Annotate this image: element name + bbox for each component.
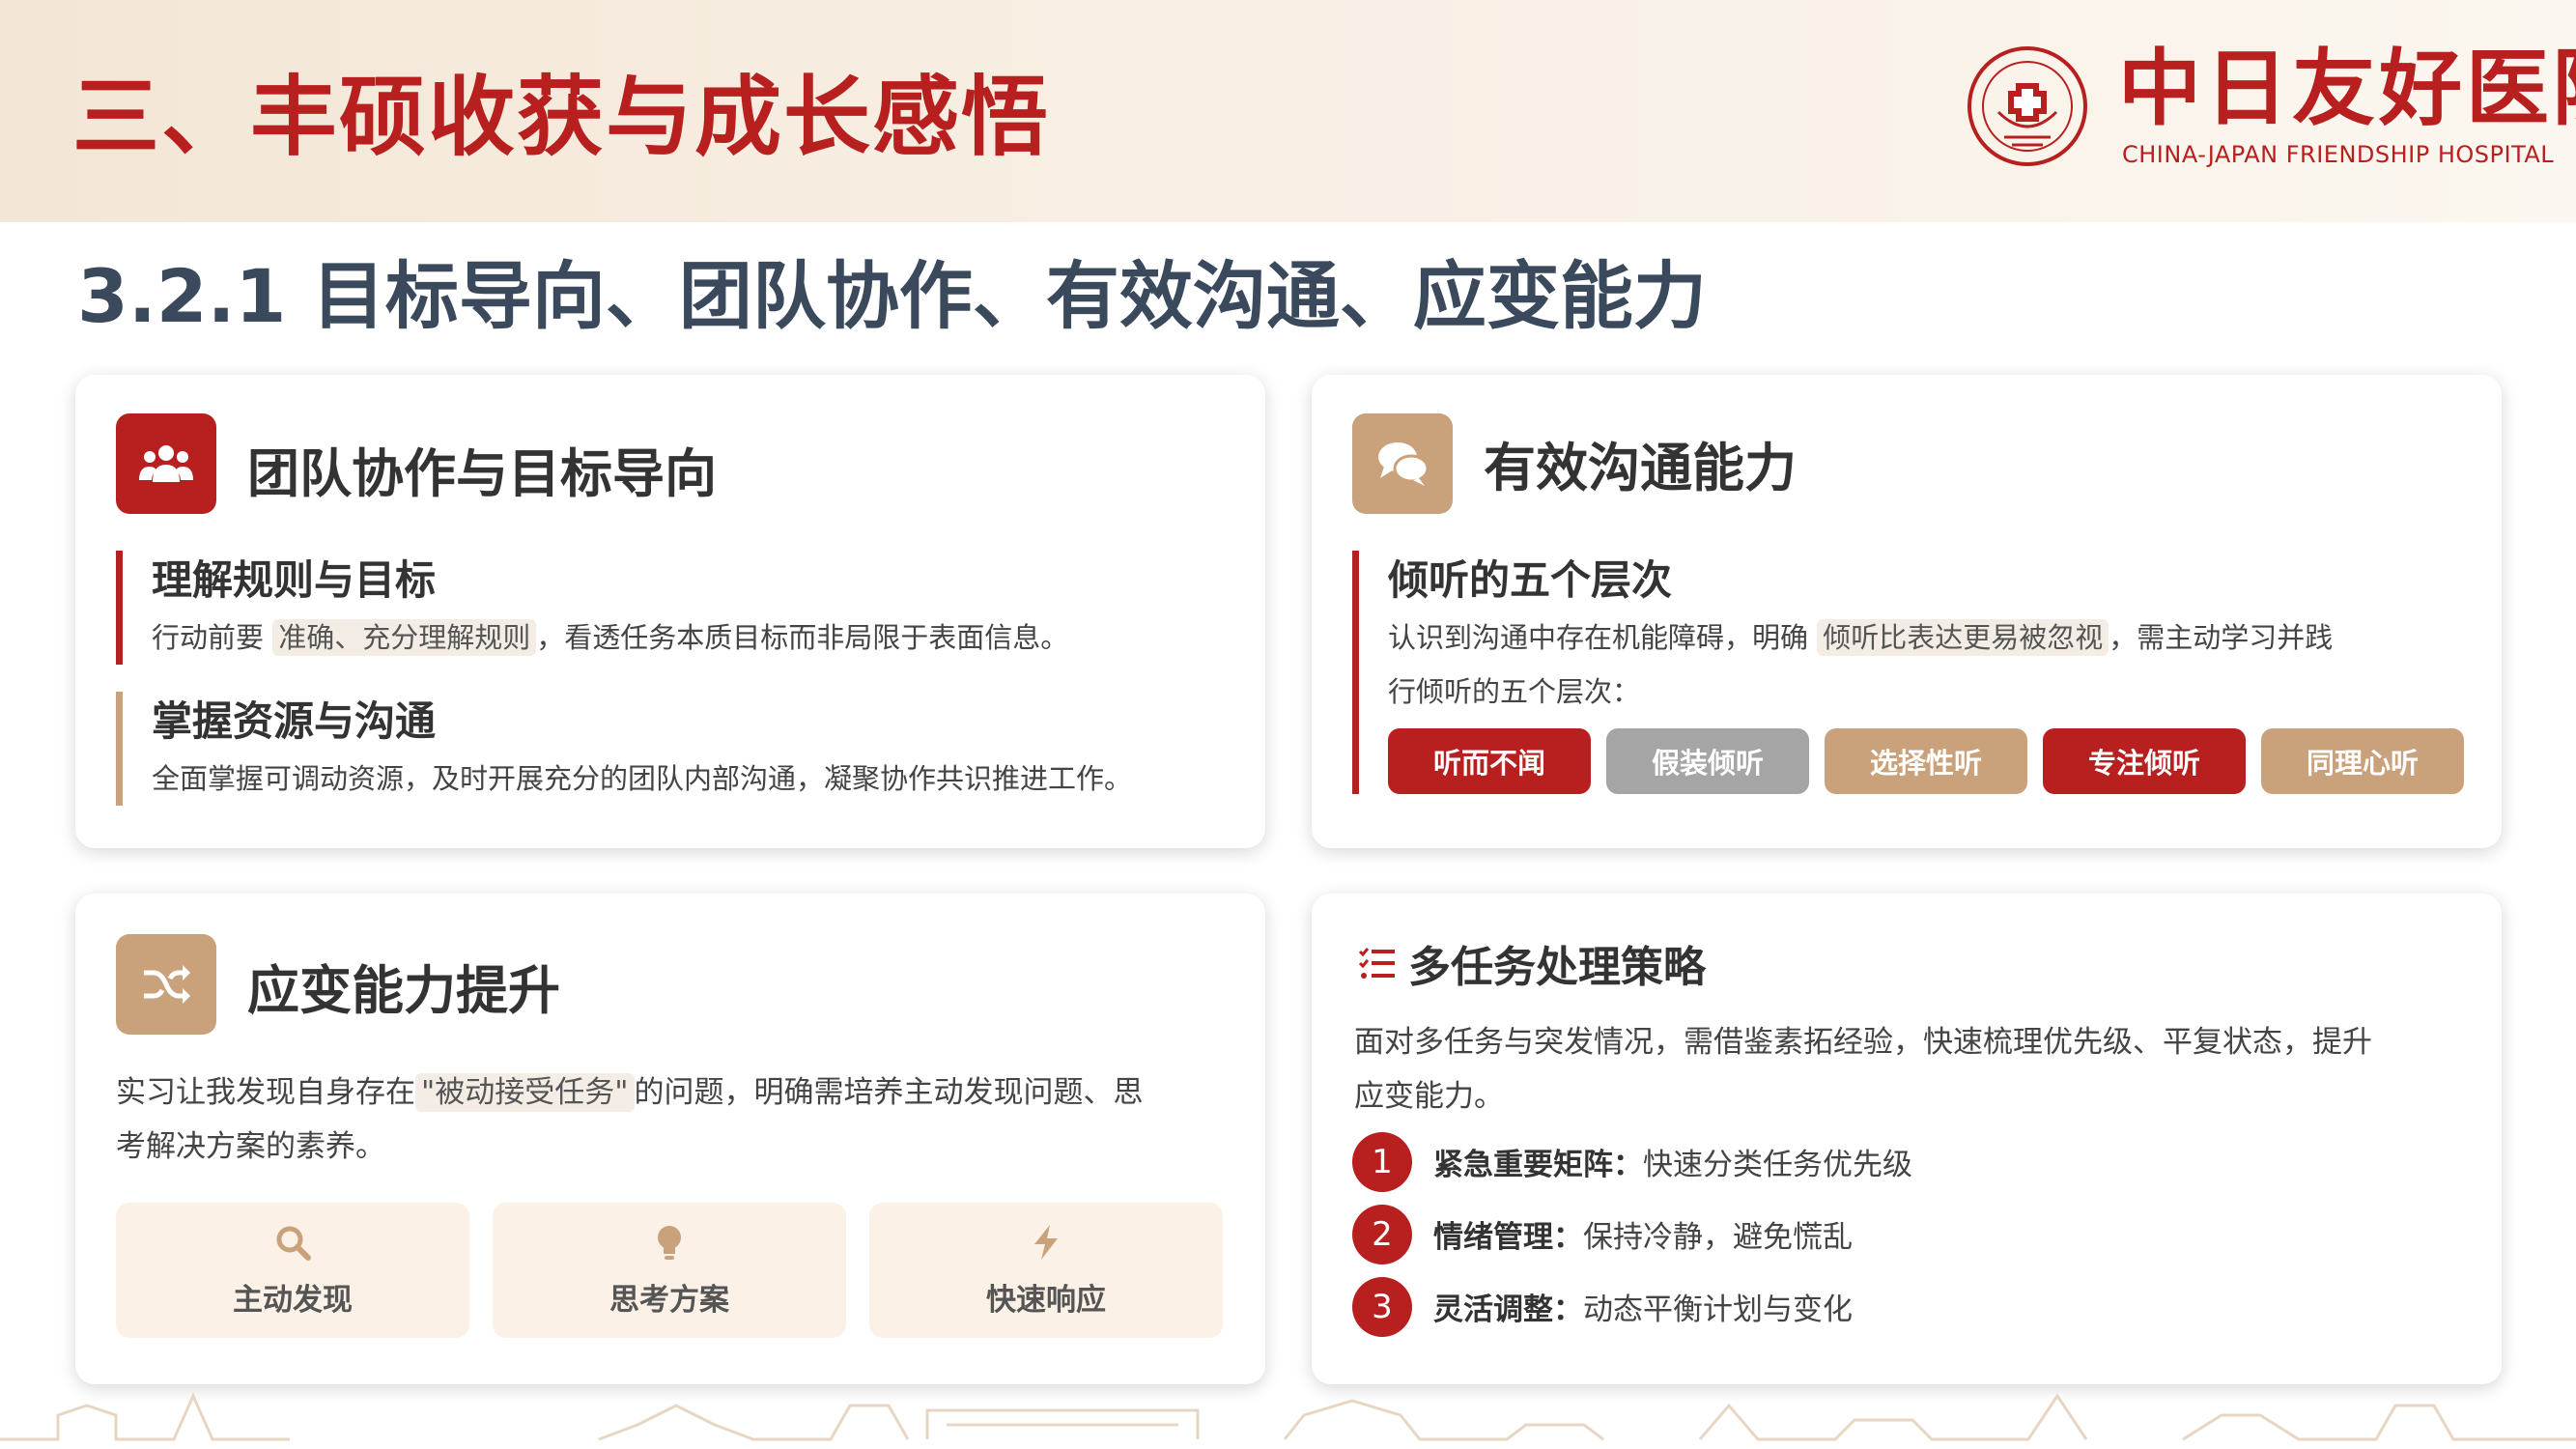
header-banner: 三、丰硕收获与成长感悟 中日友好医院 CHINA-JAPAN FRIENDSHI…: [0, 0, 2576, 222]
feature-label: 主动发现: [233, 1282, 353, 1318]
item-number: 3: [1352, 1276, 1412, 1337]
item-desc: 快速分类任务优先级: [1643, 1148, 1912, 1182]
text-segment: ，需主动学习并践: [2109, 621, 2334, 654]
listening-levels: 听而不闻 假装倾听 选择性听 专注倾听 同理心听: [1388, 728, 2464, 794]
item-desc: 保持冷静，避免慌乱: [1583, 1220, 1853, 1255]
block-text: 全面掌握可调动资源，及时开展充分的团队内部沟通，凝聚协作共识推进工作。: [152, 762, 1133, 795]
level-tag: 专注倾听: [2043, 728, 2246, 794]
block-title: 倾听的五个层次: [1388, 556, 1673, 604]
item-number: 2: [1352, 1204, 1412, 1264]
decorative-skyline: [0, 1392, 2576, 1441]
section-subtitle: 3.2.1 目标导向、团队协作、有效沟通、应变能力: [77, 253, 1707, 339]
users-icon: [116, 413, 216, 514]
level-tag: 选择性听: [1825, 728, 2027, 794]
block-text: 认识到沟通中存在机能障碍，明确 倾听比表达更易被忽视 ，需主动学习并践: [1388, 611, 2464, 665]
text-segment: ，看透任务本质目标而非局限于表面信息。: [536, 621, 1069, 654]
search-icon: [276, 1226, 311, 1261]
list-item: 2 情绪管理： 保持冷静，避免慌乱: [1352, 1198, 1912, 1270]
lightbulb-icon: [658, 1225, 681, 1260]
text-segment: 认识到沟通中存在机能障碍，明确: [1388, 621, 1809, 654]
feature-respond: 快速响应: [869, 1203, 1223, 1338]
block-title: 掌握资源与沟通: [152, 697, 437, 745]
logo-english-name: CHINA-JAPAN FRIENDSHIP HOSPITAL: [2122, 141, 2555, 168]
list-item: 3 灵活调整： 动态平衡计划与变化: [1352, 1270, 1912, 1343]
card-description: 实习让我发现自身存在 "被动接受任务" 的问题，明确需培养主动发现问题、思 考解决方…: [116, 1065, 1144, 1174]
strategy-list: 1 紧急重要矩阵： 快速分类任务优先级 2 情绪管理： 保持冷静，避免慌乱 3 …: [1352, 1125, 1912, 1343]
feature-plan: 思考方案: [493, 1203, 846, 1338]
highlight-text: 倾听比表达更易被忽视: [1817, 619, 2109, 656]
level-tag: 听而不闻: [1388, 728, 1591, 794]
logo-chinese-name: 中日友好医院: [2118, 40, 2576, 137]
item-title: 灵活调整：: [1433, 1293, 1583, 1327]
card-communication: 有效沟通能力 倾听的五个层次 认识到沟通中存在机能障碍，明确 倾听比表达更易被忽…: [1312, 375, 2502, 848]
highlight-text: "被动接受任务": [415, 1073, 635, 1112]
level-tag: 同理心听: [2261, 728, 2464, 794]
item-title: 紧急重要矩阵：: [1433, 1148, 1643, 1182]
card-adaptability: 应变能力提升 实习让我发现自身存在 "被动接受任务" 的问题，明确需培养主动发现问题…: [75, 894, 1265, 1384]
chat-icon: [1352, 413, 1453, 514]
feature-discover: 主动发现: [116, 1203, 469, 1338]
item-title: 情绪管理：: [1433, 1220, 1583, 1255]
block-text-line2: 行倾听的五个层次：: [1388, 675, 1641, 708]
block-rules-goals: 理解规则与目标 行动前要 准确、充分理解规则 ，看透任务本质目标而非局限于表面信息…: [116, 551, 1068, 665]
text-segment: 的问题，明确需培养主动发现问题、思: [634, 1075, 1144, 1110]
block-text: 行动前要 准确、充分理解规则 ，看透任务本质目标而非局限于表面信息。: [152, 611, 1068, 665]
desc-line: 面对多任务与突发情况，需借鉴素拓经验，快速梳理优先级、平复状态，提升: [1354, 1025, 2372, 1060]
list-item: 1 紧急重要矩阵： 快速分类任务优先级: [1352, 1125, 1912, 1198]
card-title: 有效沟通能力: [1484, 438, 1797, 498]
block-title: 理解规则与目标: [152, 556, 437, 604]
block-listening-levels: 倾听的五个层次 认识到沟通中存在机能障碍，明确 倾听比表达更易被忽视 ，需主动学习…: [1352, 551, 2464, 794]
card-title: 应变能力提升: [247, 960, 560, 1021]
page-title: 三、丰硕收获与成长感悟: [72, 67, 1050, 168]
card-multitask: 多任务处理策略 面对多任务与突发情况，需借鉴素拓经验，快速梳理优先级、平复状态，…: [1312, 894, 2502, 1384]
feature-label: 思考方案: [609, 1282, 729, 1318]
desc-line: 应变能力。: [1354, 1079, 1504, 1114]
card-title: 团队协作与目标导向: [247, 443, 717, 504]
card-teamwork: 团队协作与目标导向 理解规则与目标 行动前要 准确、充分理解规则 ，看透任务本质目…: [75, 375, 1265, 848]
text-segment: 实习让我发现自身存在: [116, 1075, 415, 1110]
desc-line: 实习让我发现自身存在 "被动接受任务" 的问题，明确需培养主动发现问题、思: [116, 1065, 1144, 1120]
desc-line: 考解决方案的素养。: [116, 1129, 385, 1164]
item-number: 1: [1352, 1131, 1412, 1192]
card-header: 多任务处理策略: [1358, 932, 1706, 994]
block-resources-communication: 掌握资源与沟通 全面掌握可调动资源，及时开展充分的团队内部沟通，凝聚协作共识推进…: [116, 692, 1132, 806]
hospital-seal-icon: [1967, 46, 2087, 166]
highlight-text: 准确、充分理解规则: [272, 619, 537, 656]
feature-label: 快速响应: [986, 1282, 1106, 1318]
card-title: 多任务处理策略: [1408, 943, 1706, 992]
shuffle-icon: [116, 934, 216, 1035]
list-icon: [1358, 948, 1395, 979]
text-segment: 行动前要: [152, 621, 265, 654]
item-desc: 动态平衡计划与变化: [1583, 1293, 1853, 1327]
card-description: 面对多任务与突发情况，需借鉴素拓经验，快速梳理优先级、平复状态，提升 应变能力。: [1354, 1015, 2372, 1123]
hospital-logo: 中日友好医院 CHINA-JAPAN FRIENDSHIP HOSPITAL: [1966, 41, 2576, 176]
bolt-icon: [1034, 1224, 1058, 1260]
level-tag: 假装倾听: [1606, 728, 1809, 794]
